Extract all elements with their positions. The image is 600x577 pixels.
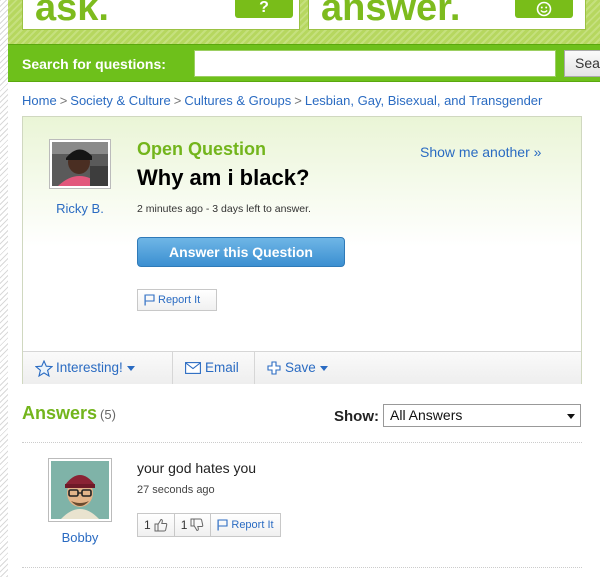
thumbs-up-button[interactable]: 1 — [138, 514, 175, 536]
chevron-down-icon — [567, 414, 575, 419]
answer-panel[interactable]: answer. — [308, 0, 586, 30]
star-icon — [34, 359, 54, 378]
report-question-button[interactable]: Report It — [137, 289, 217, 311]
email-button[interactable]: Email — [173, 352, 255, 384]
report-answer-label: Report It — [231, 519, 274, 531]
answer-heading: answer. — [321, 0, 461, 29]
asker-name[interactable]: Ricky B. — [37, 201, 123, 216]
answer-vote-group: 1 1 Report It — [137, 513, 281, 537]
divider — [22, 442, 582, 443]
breadcrumb-separator: > — [173, 93, 182, 108]
question-meta: 2 minutes ago - 3 days left to answer. — [137, 203, 311, 215]
show-filter-label: Show: — [334, 408, 379, 425]
top-banner: ask. ? answer. — [8, 0, 600, 44]
divider — [22, 567, 582, 568]
smiley-badge — [515, 0, 573, 18]
answerer-avatar-image — [51, 461, 109, 519]
smiley-icon — [536, 1, 552, 17]
report-label: Report It — [158, 294, 201, 306]
breadcrumb-home[interactable]: Home — [22, 93, 57, 108]
search-label: Search for questions: — [22, 56, 166, 72]
ask-panel[interactable]: ask. ? — [22, 0, 300, 30]
show-filter-value: All Answers — [390, 407, 463, 423]
question-status: Open Question — [137, 139, 267, 159]
save-label: Save — [285, 360, 316, 375]
breadcrumb-separator: > — [294, 93, 302, 108]
thumbs-down-count: 1 — [180, 518, 188, 532]
show-filter-select[interactable]: All Answers — [383, 404, 581, 427]
email-label: Email — [205, 360, 239, 375]
plus-icon — [267, 361, 281, 375]
breadcrumb-society-culture[interactable]: Society & Culture — [70, 93, 170, 108]
answerer-name[interactable]: Bobby — [42, 530, 118, 545]
flag-icon — [217, 519, 228, 531]
answers-count: (5) — [100, 407, 116, 422]
answer-time: 27 seconds ago — [137, 484, 215, 496]
thumbs-up-count: 1 — [144, 518, 151, 532]
question-card: Ricky B. Open Question Show me another »… — [22, 116, 582, 384]
search-bar: Search for questions: Search — [8, 44, 600, 82]
answers-title: Answers — [22, 403, 98, 423]
breadcrumb: Home > Society & Culture > Cultures & Groups… — [22, 93, 600, 111]
save-button[interactable]: Save — [255, 352, 335, 384]
question-title: Why am i black? — [137, 165, 310, 190]
left-hatched-border — [0, 0, 8, 577]
answer-this-question-button[interactable]: Answer this Question — [137, 237, 345, 267]
chevron-down-icon — [126, 365, 135, 371]
thumbs-down-icon — [190, 518, 204, 532]
interesting-button[interactable]: Interesting! — [34, 352, 173, 384]
chevron-down-icon — [319, 365, 328, 371]
breadcrumb-lgbt[interactable]: Lesbian, Gay, Bisexual, and Transgender — [305, 93, 543, 108]
ask-question-mark-badge: ? — [235, 0, 293, 18]
flag-icon — [144, 294, 155, 306]
show-me-another-link[interactable]: Show me another » — [420, 144, 541, 160]
ask-heading: ask. — [35, 0, 109, 29]
asker-photo — [52, 142, 108, 186]
breadcrumb-separator: > — [59, 93, 68, 108]
report-answer-button[interactable]: Report It — [211, 514, 279, 536]
thumbs-down-button[interactable]: 1 — [175, 514, 212, 536]
answerer-avatar[interactable] — [48, 458, 112, 522]
search-input[interactable] — [194, 50, 556, 77]
breadcrumb-cultures-groups[interactable]: Cultures & Groups — [184, 93, 291, 108]
interesting-label: Interesting! — [56, 360, 123, 375]
search-button[interactable]: Search — [564, 50, 600, 77]
answer-text: your god hates you — [137, 460, 257, 476]
answers-heading: Answers (5) — [22, 403, 116, 424]
thumbs-up-icon — [154, 518, 167, 532]
asker-avatar[interactable] — [49, 139, 111, 189]
envelope-icon — [185, 362, 201, 375]
question-action-bar: Interesting! Email Save — [23, 351, 581, 384]
page: ask. ? answer. Search for questions: Sea… — [8, 0, 600, 577]
